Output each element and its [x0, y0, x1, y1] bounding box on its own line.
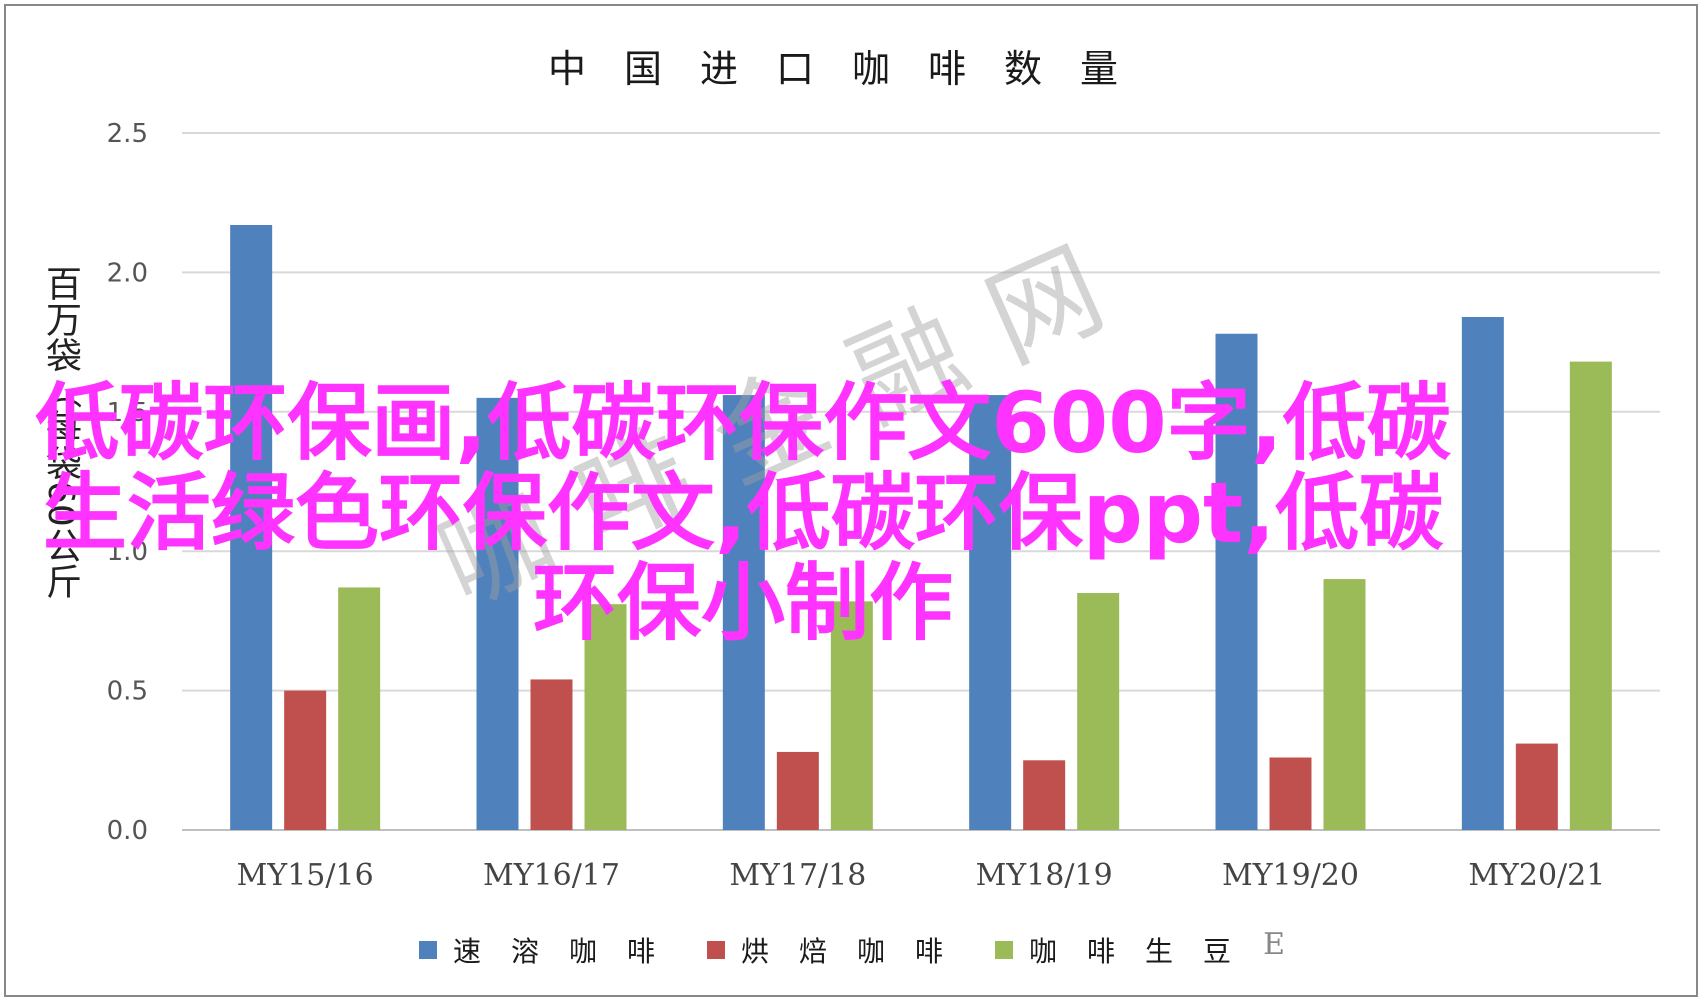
- legend-label-green: 咖啡生豆: [1029, 935, 1262, 968]
- chart-legend: 速溶咖啡 烘焙咖啡 咖啡生豆 E: [0, 926, 1704, 970]
- y-tick-label: 0.5: [107, 677, 148, 707]
- x-tick-label: MY17/18: [729, 858, 866, 893]
- legend-item-instant: 速溶咖啡: [419, 930, 685, 970]
- legend-extra-text: E: [1263, 926, 1285, 962]
- bar-roasted: [530, 679, 573, 830]
- x-tick-label: MY18/19: [976, 858, 1113, 893]
- legend-swatch-instant: [419, 941, 438, 959]
- legend-item-roasted: 烘焙咖啡: [707, 930, 973, 970]
- legend-label-instant: 速溶咖啡: [453, 935, 686, 968]
- x-tick-label: MY19/20: [1222, 858, 1359, 893]
- x-tick-label: MY15/16: [237, 858, 374, 893]
- x-tick-label: MY20/21: [1468, 858, 1605, 893]
- legend-swatch-roasted: [707, 941, 726, 959]
- overlay-headline: 低碳环保画,低碳环保作文600字,低碳生活绿色环保作文,低碳环保ppt,低碳环保…: [35, 374, 1451, 652]
- legend-item-green: 咖啡生豆: [995, 930, 1261, 970]
- y-tick-label: 2.5: [107, 119, 148, 149]
- chart-title: 中国进口咖啡数量: [547, 47, 1156, 91]
- x-tick-label: MY16/17: [483, 858, 620, 893]
- bar-roasted: [1515, 743, 1558, 830]
- bar-roasted: [776, 751, 819, 830]
- bar-roasted: [1023, 760, 1066, 830]
- y-tick-label: 0.0: [107, 816, 148, 846]
- y-tick-label: 2.0: [107, 258, 148, 288]
- bar-roasted: [284, 690, 327, 830]
- legend-label-roasted: 烘焙咖啡: [741, 935, 974, 968]
- legend-swatch-green: [995, 941, 1014, 959]
- bar-green: [1569, 361, 1612, 830]
- bar-roasted: [1269, 757, 1312, 830]
